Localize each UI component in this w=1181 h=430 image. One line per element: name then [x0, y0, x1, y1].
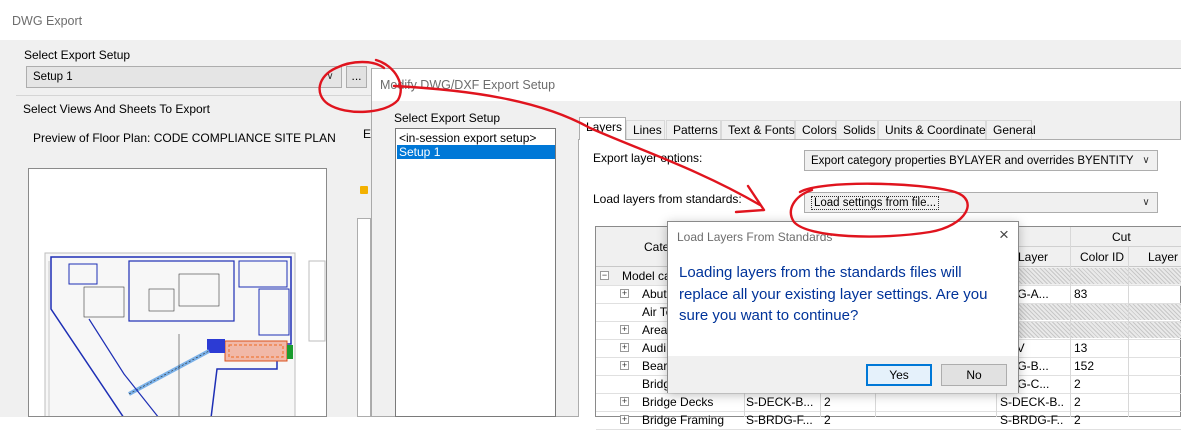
tab-text-fonts[interactable]: Text & Fonts — [721, 120, 795, 139]
grid-header-cut: Cut — [1000, 227, 1181, 247]
export-layer-options-combo[interactable]: Export category properties BYLAYER and o… — [804, 150, 1158, 171]
expand-icon[interactable]: + — [620, 325, 629, 334]
row-cut-color: 83 — [1074, 287, 1088, 301]
load-layers-combo[interactable]: Load settings from file... ∨ — [804, 192, 1158, 213]
hatched-cell — [1000, 268, 1181, 284]
row-layer: S-DECK-B... — [746, 395, 814, 409]
confirm-message: Loading layers from the standards files … — [679, 264, 988, 324]
expand-icon[interactable]: + — [620, 415, 629, 424]
confirm-dialog: Load Layers From Standards × Loading lay… — [667, 221, 1019, 393]
yes-label: Yes — [889, 368, 909, 382]
row-cut-color: 152 — [1074, 359, 1095, 373]
divider — [16, 95, 376, 96]
expand-icon[interactable]: + — [620, 397, 629, 406]
close-icon[interactable]: × — [994, 225, 1014, 245]
row-color: 2 — [824, 395, 831, 409]
small-yellow-icon — [360, 186, 368, 194]
tab-units-coordinates[interactable]: Units & Coordinates — [878, 120, 992, 139]
row-cut-layer: S-DECK-B... — [1000, 395, 1064, 409]
grid-col-color-id: Color ID — [1080, 250, 1125, 264]
dwg-export-titlebar — [0, 0, 1181, 40]
group-row-label: Model ca — [622, 269, 671, 283]
preview-label: Preview of Floor Plan: CODE COMPLIANCE S… — [33, 131, 336, 145]
tab-general[interactable]: General — [986, 120, 1036, 139]
no-label: No — [966, 368, 982, 382]
hatched-cell — [1000, 322, 1181, 338]
export-setup-combo[interactable]: Setup 1 ∨ — [26, 66, 342, 88]
chevron-down-icon: ∨ — [1142, 197, 1150, 208]
export-setup-value: Setup 1 — [33, 71, 73, 83]
tab-colors[interactable]: Colors — [795, 120, 837, 139]
grid-col-category: Cate — [644, 240, 670, 254]
table-row[interactable]: + Bridge Framing S-BRDG-F... 2 S-BRDG-F.… — [596, 411, 1181, 430]
tab-layers[interactable]: Layers — [579, 117, 626, 140]
modify-setup-title: Modify DWG/DXF Export Setup — [380, 78, 556, 92]
row-layer: S-BRDG-F... — [746, 413, 813, 427]
tab-patterns[interactable]: Patterns — [666, 120, 721, 139]
ellipsis-label: ... — [351, 69, 362, 83]
floor-plan-drawing — [44, 252, 326, 416]
tab-lines[interactable]: Lines — [626, 120, 665, 139]
row-category: Bridge Framing — [642, 413, 725, 427]
expand-icon[interactable]: + — [620, 361, 629, 370]
grid-col-layer: Layer — [1018, 250, 1049, 264]
row-cut-color: 2 — [1074, 395, 1081, 409]
select-export-setup-label: Select Export Setup — [24, 48, 131, 62]
chevron-down-icon: ∨ — [326, 71, 334, 82]
dwg-export-title: DWG Export — [12, 14, 83, 28]
chevron-down-icon: ∨ — [1142, 155, 1150, 166]
row-cut-color: 2 — [1074, 377, 1081, 391]
setup-list-item-in-session[interactable]: <in-session export setup> — [397, 131, 555, 145]
confirm-dialog-title: Load Layers From Standards — [677, 230, 833, 244]
row-color: 2 — [824, 413, 831, 427]
collapse-icon[interactable]: − — [600, 271, 609, 280]
expand-icon[interactable]: + — [620, 343, 629, 352]
load-layers-label: Load layers from standards: — [593, 192, 742, 206]
floor-plan-preview — [28, 168, 327, 417]
modify-select-setup-label: Select Export Setup — [394, 111, 501, 125]
select-views-label: Select Views And Sheets To Export — [23, 102, 211, 116]
load-layers-value: Load settings from file... — [811, 196, 940, 210]
no-button[interactable]: No — [941, 364, 1007, 386]
setup-listbox[interactable] — [395, 128, 556, 417]
yes-button[interactable]: Yes — [866, 364, 932, 386]
grid-col-separator — [1128, 247, 1129, 417]
row-cut-color: 13 — [1074, 341, 1088, 355]
expand-icon[interactable]: + — [620, 289, 629, 298]
grid-col-separator — [1070, 227, 1071, 417]
row-category: Bridge Decks — [642, 395, 714, 409]
row-cut-layer: S-BRDG-F... — [1000, 413, 1064, 427]
tab-solids[interactable]: Solids — [836, 120, 878, 139]
grid-cut-header: Cut — [1112, 230, 1131, 244]
row-cut-color: 2 — [1074, 413, 1081, 427]
setup-list-item-setup-1[interactable]: Setup 1 — [397, 145, 555, 159]
side-panel-edge — [357, 218, 371, 417]
table-row[interactable]: + Bridge Decks S-DECK-B... 2 S-DECK-B...… — [596, 393, 1181, 412]
grid-subheader: Layer Color ID Layer m — [1000, 247, 1181, 278]
export-layer-options-value: Export category properties BYLAYER and o… — [811, 155, 1134, 167]
export-layer-options-label: Export layer options: — [593, 151, 703, 165]
hatched-cell — [1000, 304, 1181, 320]
setup-ellipsis-button[interactable]: ... — [346, 66, 367, 88]
